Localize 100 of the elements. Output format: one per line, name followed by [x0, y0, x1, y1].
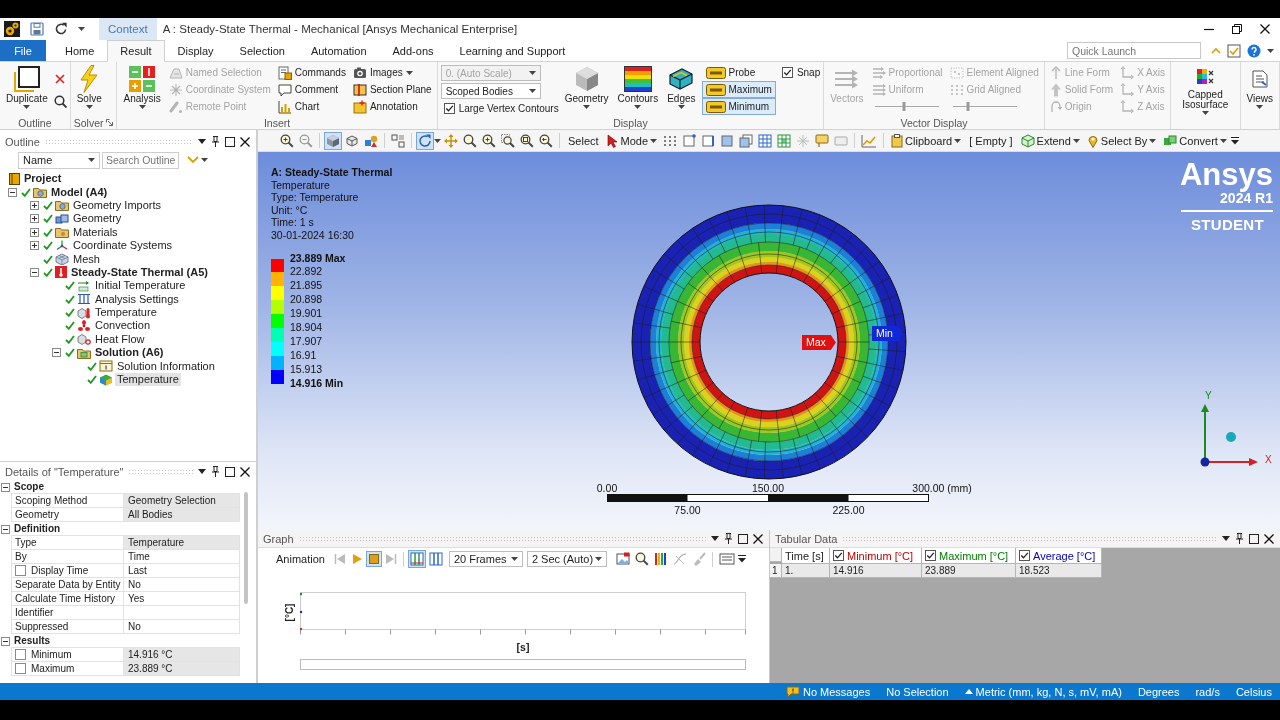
quick-launch-field[interactable]: Quick Launch — [1067, 42, 1201, 59]
ribbon-button[interactable]: Capped Isosurface — [1173, 64, 1237, 116]
caret-up-icon[interactable] — [964, 689, 973, 694]
ribbon-button[interactable]: Contours — [614, 64, 662, 116]
ribbon-button[interactable]: Section Plane — [350, 81, 434, 98]
caret-icon[interactable] — [201, 158, 208, 162]
tree-item[interactable]: Initial Temperature — [93, 279, 188, 293]
search-icon[interactable] — [53, 95, 67, 108]
checkbox[interactable] — [15, 565, 26, 576]
property-value[interactable]: No — [124, 578, 240, 592]
checkbox-label[interactable]: Snap — [796, 67, 821, 78]
zoom-box-icon[interactable] — [499, 131, 517, 150]
expand-icon[interactable] — [30, 200, 39, 210]
dropdown-caret-icon[interactable] — [198, 139, 206, 144]
dropdown-caret-icon[interactable] — [1222, 536, 1230, 541]
checkbox[interactable] — [781, 67, 793, 78]
property-value[interactable]: 23.889 °C — [124, 662, 240, 676]
property-value[interactable]: Temperature — [124, 536, 240, 550]
ribbon-tab[interactable]: Selection — [226, 40, 298, 61]
pin-icon[interactable] — [724, 533, 733, 544]
status-menu[interactable]: Metric (mm, kg, N, s, mV, mA) — [975, 685, 1122, 698]
ribbon-button[interactable]: Analysis — [120, 64, 164, 116]
mesh-cells-icon[interactable] — [775, 131, 794, 150]
mesh-grid-icon[interactable] — [756, 131, 775, 150]
tree-item[interactable]: Steady-State Thermal (A5) — [69, 265, 210, 279]
dropdown[interactable]: 2 Sec (Auto) — [526, 551, 607, 567]
tree-item[interactable]: Coordinate Systems — [71, 239, 175, 253]
tree-item[interactable]: Analysis Settings — [93, 292, 181, 306]
tree-item[interactable]: Solution (A6) — [93, 346, 166, 360]
toolbar-menu-button[interactable]: Convert — [1160, 131, 1230, 150]
ribbon-tab[interactable]: Display — [164, 40, 227, 61]
ribbon-button[interactable]: Annotation — [350, 98, 434, 115]
ribbon-toggle-button[interactable]: Maximum — [701, 81, 776, 98]
caret-icon[interactable] — [78, 27, 85, 31]
chart-rows-icon[interactable] — [426, 550, 445, 568]
pin-icon[interactable] — [211, 466, 220, 477]
close-icon[interactable] — [240, 136, 250, 147]
tree-item[interactable]: Geometry — [71, 212, 124, 226]
scrollbar[interactable] — [244, 492, 248, 604]
save-icon[interactable] — [30, 22, 44, 36]
close-icon[interactable] — [240, 466, 250, 477]
close-icon[interactable] — [1264, 533, 1274, 544]
close-icon[interactable] — [1260, 24, 1270, 34]
tree-item[interactable]: Temperature — [115, 373, 181, 387]
status-text[interactable]: No Selection — [886, 685, 949, 698]
toolbar-menu-button[interactable]: Clipboard — [888, 131, 965, 150]
ribbon-tab[interactable]: Learning and Support — [446, 40, 579, 61]
checkbox[interactable] — [833, 550, 844, 561]
property-value[interactable]: All Bodies — [124, 508, 240, 522]
tree-item[interactable]: Solution Information — [115, 359, 217, 373]
checklist-icon[interactable] — [1227, 43, 1241, 58]
tree-item[interactable]: Heat Flow — [93, 332, 147, 346]
tree-item[interactable]: Model (A4) — [49, 185, 110, 199]
checkbox[interactable] — [15, 663, 26, 674]
ribbon-toggle-button[interactable]: Probe — [701, 64, 776, 81]
ribbon-button[interactable]: Commands — [275, 64, 348, 81]
square-corner-icon[interactable] — [680, 131, 699, 150]
dropdown-caret-icon[interactable] — [711, 536, 719, 541]
status-text[interactable]: Celsius — [1235, 685, 1272, 698]
collapse-icon[interactable] — [30, 267, 39, 277]
ribbon-toggle-button[interactable]: Minimum — [701, 98, 776, 115]
rotate-icon[interactable] — [416, 131, 434, 150]
checkbox[interactable] — [1019, 550, 1030, 561]
ribbon-tab[interactable]: Home — [52, 40, 108, 61]
dialog-launcher-icon[interactable] — [106, 119, 114, 126]
image-export-icon[interactable] — [613, 550, 632, 568]
toolbar-menu-button[interactable]: Select By — [1083, 131, 1160, 150]
refresh-icon[interactable] — [54, 22, 68, 36]
pin-icon[interactable] — [211, 136, 220, 147]
tree-item[interactable]: Geometry Imports — [71, 198, 164, 212]
maximize-icon[interactable] — [225, 136, 235, 147]
maximize-icon[interactable] — [225, 466, 235, 477]
restore-icon[interactable] — [1232, 24, 1242, 34]
filter-dropdown[interactable]: Name — [18, 151, 100, 169]
timeline-track[interactable] — [300, 659, 746, 670]
property-value[interactable]: Geometry Selection — [124, 494, 240, 508]
toolbar-menu-button[interactable]: Mode — [603, 131, 661, 150]
tree-item[interactable]: Materials — [71, 225, 120, 239]
ribbon-button[interactable]: Edges — [664, 64, 699, 116]
chart-columns-icon[interactable] — [407, 550, 426, 568]
collapse-icon[interactable] — [8, 187, 17, 197]
collapse-icon[interactable] — [1, 636, 10, 646]
ribbon-tab[interactable]: Result — [107, 40, 165, 62]
ribbon-button[interactable]: Duplicate — [3, 64, 51, 116]
ribbon-button[interactable]: Geometry — [561, 64, 612, 116]
shaded-cube-icon[interactable] — [324, 131, 342, 150]
ribbon-button[interactable]: Chart — [275, 98, 348, 115]
checkbox[interactable] — [925, 550, 936, 561]
help-icon[interactable] — [1247, 43, 1261, 58]
search-field[interactable]: Search Outline — [102, 151, 179, 169]
squares-icon[interactable] — [389, 131, 407, 150]
checkbox[interactable] — [443, 103, 455, 114]
property-value[interactable]: 14.916 °C — [124, 648, 240, 662]
status-text[interactable]: Degrees — [1137, 685, 1180, 698]
ribbon-button[interactable]: Solve — [73, 64, 105, 116]
caret-icon[interactable] — [1267, 48, 1274, 53]
caret-icon[interactable] — [434, 138, 441, 143]
stacked-squares-icon[interactable] — [737, 131, 756, 150]
dropdown[interactable]: Scoped Bodies — [440, 83, 541, 99]
checkbox-label[interactable]: Large Vertex Contours — [458, 103, 559, 114]
